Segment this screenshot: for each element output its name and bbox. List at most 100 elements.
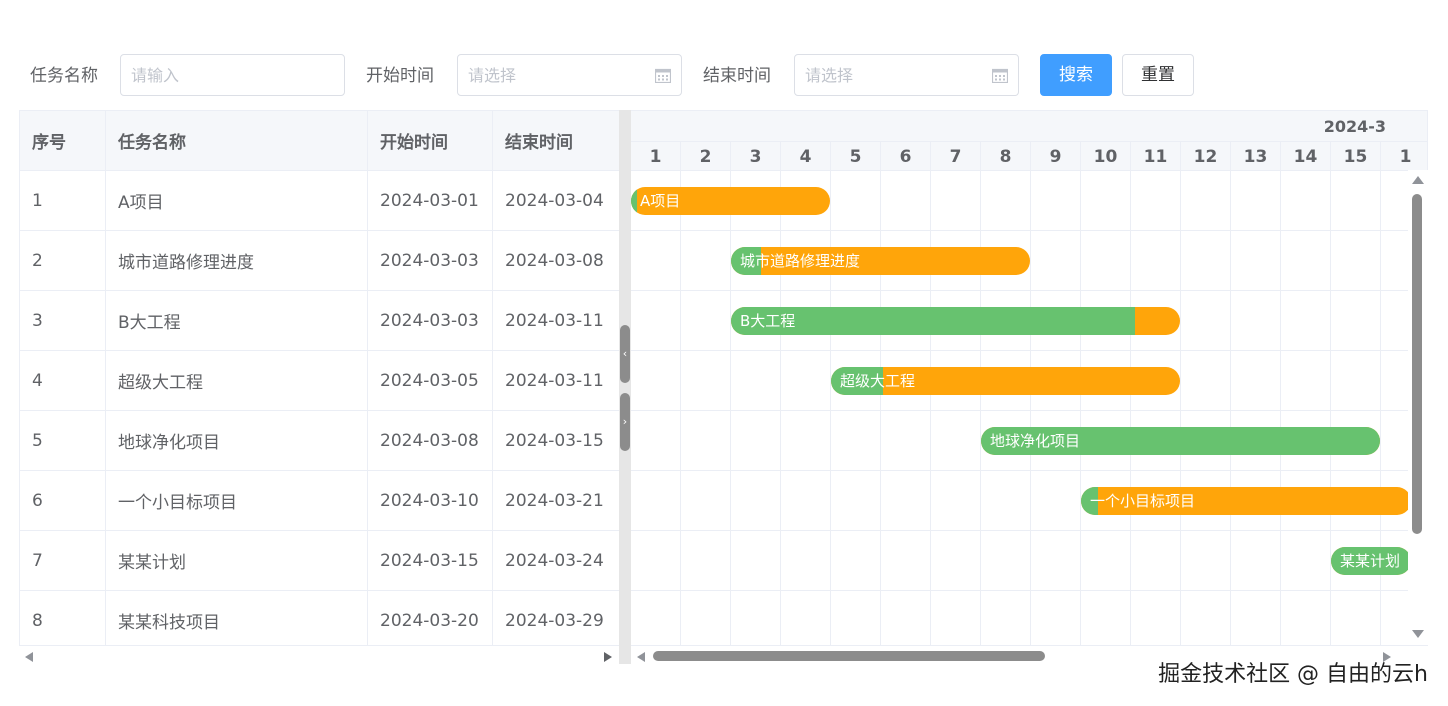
gantt-grid-line <box>1080 171 1081 645</box>
gantt-grid-line <box>1030 171 1031 645</box>
gantt-grid-line <box>780 171 781 645</box>
day-header-cell: 8 <box>981 141 1031 171</box>
gantt-grid-line <box>1280 171 1281 645</box>
scroll-down-icon[interactable] <box>1412 630 1424 638</box>
end-time-label: 结束时间 <box>703 66 771 86</box>
gantt-row-divider <box>631 410 1408 411</box>
table-row[interactable]: 8 某某科技项目 2024-03-20 2024-03-29 <box>20 591 619 651</box>
scroll-up-icon[interactable] <box>1412 176 1424 184</box>
row-index-cell: 2 <box>20 231 106 290</box>
row-index-cell: 6 <box>20 471 106 530</box>
gantt-row-divider <box>631 230 1408 231</box>
gantt-bar-label: 某某计划 <box>1340 552 1401 570</box>
grid-header: 序号 任务名称 开始时间 结束时间 <box>20 111 619 171</box>
gantt-task-bar[interactable]: 城市道路修理进度 <box>731 247 1030 275</box>
gantt-task-bar[interactable]: A项目 <box>631 187 830 215</box>
vertical-scroll-thumb[interactable] <box>1412 194 1422 534</box>
row-task-name-cell: B大工程 <box>106 291 368 350</box>
task-name-field[interactable] <box>120 54 345 96</box>
gantt-grid-line <box>730 171 731 645</box>
start-date-picker[interactable] <box>457 54 682 96</box>
collapse-left-handle[interactable]: ‹ <box>620 325 630 383</box>
task-grid: 序号 任务名称 开始时间 结束时间 1 A项目 2024-03-01 2024-03-… <box>19 110 619 664</box>
day-header-cell: 1 <box>631 141 681 171</box>
gantt-grid-line <box>1180 171 1181 645</box>
start-time-label: 开始时间 <box>366 66 434 86</box>
row-task-name-cell: 某某计划 <box>106 531 368 590</box>
gantt-row-divider <box>631 530 1408 531</box>
row-task-name-cell: A项目 <box>106 171 368 230</box>
search-button[interactable]: 搜索 <box>1040 54 1112 96</box>
day-header-cell: 3 <box>731 141 781 171</box>
task-name-label: 任务名称 <box>30 66 98 86</box>
row-start-date-cell: 2024-03-20 <box>368 591 493 650</box>
table-row[interactable]: 3 B大工程 2024-03-03 2024-03-11 <box>20 291 619 351</box>
table-row[interactable]: 1 A项目 2024-03-01 2024-03-04 <box>20 171 619 231</box>
gantt-bar-label: 一个小目标项目 <box>1090 492 1196 510</box>
row-start-date-cell: 2024-03-03 <box>368 291 493 350</box>
gantt-grid-line <box>880 171 881 645</box>
day-header-cell: 7 <box>931 141 981 171</box>
gantt-bar-label: A项目 <box>640 192 681 210</box>
scroll-left-icon[interactable] <box>25 652 33 662</box>
table-row[interactable]: 7 某某计划 2024-03-15 2024-03-24 <box>20 531 619 591</box>
row-start-date-cell: 2024-03-05 <box>368 351 493 410</box>
row-end-date-cell: 2024-03-11 <box>493 351 619 410</box>
day-header-cell: 1 <box>1381 141 1427 171</box>
end-date-picker[interactable] <box>794 54 1019 96</box>
scroll-right-icon[interactable] <box>604 652 612 662</box>
row-task-name-cell: 城市道路修理进度 <box>106 231 368 290</box>
table-row[interactable]: 6 一个小目标项目 2024-03-10 2024-03-21 <box>20 471 619 531</box>
column-header-end-time[interactable]: 结束时间 <box>493 111 619 170</box>
day-header-cell: 2 <box>681 141 731 171</box>
row-index-cell: 5 <box>20 411 106 470</box>
row-task-name-cell: 某某科技项目 <box>106 591 368 650</box>
day-header-cell: 9 <box>1031 141 1081 171</box>
column-header-task-name[interactable]: 任务名称 <box>106 111 368 170</box>
pane-splitter[interactable]: ‹ › <box>619 110 631 664</box>
day-header-cell: 6 <box>881 141 931 171</box>
table-row[interactable]: 4 超级大工程 2024-03-05 2024-03-11 <box>20 351 619 411</box>
gantt-grid-line <box>980 171 981 645</box>
row-start-date-cell: 2024-03-03 <box>368 231 493 290</box>
gantt-task-bar[interactable]: 地球净化项目 <box>981 427 1380 455</box>
expand-right-handle[interactable]: › <box>620 393 630 451</box>
start-date-input[interactable] <box>458 55 681 95</box>
scroll-left-icon[interactable] <box>637 652 645 662</box>
row-index-cell: 1 <box>20 171 106 230</box>
gantt-task-bar[interactable]: B大工程 <box>731 307 1180 335</box>
gantt-task-bar[interactable]: 某某计划 <box>1331 547 1408 575</box>
gantt-row-divider <box>631 470 1408 471</box>
gantt-vertical-scrollbar[interactable] <box>1408 170 1428 645</box>
gantt-task-bar[interactable]: 一个小目标项目 <box>1081 487 1408 515</box>
column-header-start-time[interactable]: 开始时间 <box>368 111 493 170</box>
gantt-bar-label: 地球净化项目 <box>990 432 1081 450</box>
row-start-date-cell: 2024-03-01 <box>368 171 493 230</box>
table-row[interactable]: 2 城市道路修理进度 2024-03-03 2024-03-08 <box>20 231 619 291</box>
end-date-input[interactable] <box>795 55 1018 95</box>
watermark: 掘金技术社区 @ 自由的云h <box>1158 662 1428 687</box>
gantt-progress-fill <box>631 187 637 215</box>
task-name-input[interactable] <box>121 55 344 95</box>
row-end-date-cell: 2024-03-29 <box>493 591 619 650</box>
day-header-cell: 13 <box>1231 141 1281 171</box>
gantt-chart: 2024-3 1 2 3 4 5 6 7 8 9 10 11 12 13 14 15 1 A项目 城市道路修理进… <box>631 110 1428 664</box>
horizontal-scroll-thumb[interactable] <box>653 651 1045 661</box>
day-header-cell: 5 <box>831 141 881 171</box>
gantt-bar-label: 城市道路修理进度 <box>740 252 861 270</box>
column-header-index[interactable]: 序号 <box>20 111 106 170</box>
calendar-icon[interactable] <box>655 68 671 83</box>
row-end-date-cell: 2024-03-08 <box>493 231 619 290</box>
row-end-date-cell: 2024-03-11 <box>493 291 619 350</box>
gantt-timeline-header: 2024-3 1 2 3 4 5 6 7 8 9 10 11 12 13 14 15 1 <box>631 111 1427 171</box>
table-row[interactable]: 5 地球净化项目 2024-03-08 2024-03-15 <box>20 411 619 471</box>
row-end-date-cell: 2024-03-21 <box>493 471 619 530</box>
gantt-body: A项目城市道路修理进度 B大工程超级大工程地球净化项目一个小目标项目某某计划 <box>631 171 1408 645</box>
reset-button[interactable]: 重置 <box>1122 54 1194 96</box>
day-header-cell: 14 <box>1281 141 1331 171</box>
row-end-date-cell: 2024-03-15 <box>493 411 619 470</box>
grid-horizontal-scrollbar[interactable] <box>19 645 619 665</box>
calendar-icon[interactable] <box>992 68 1008 83</box>
gantt-task-bar[interactable]: 超级大工程 <box>831 367 1180 395</box>
row-task-name-cell: 超级大工程 <box>106 351 368 410</box>
